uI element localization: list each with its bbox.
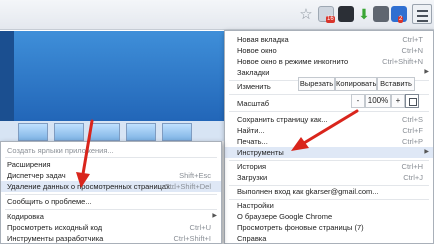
paste-button[interactable]: Вставить — [377, 77, 415, 91]
extension-icon[interactable] — [373, 6, 389, 22]
chrome-main-menu: Новая вкладка Ctrl+T Новое окно Ctrl+N Нов… — [224, 30, 434, 244]
menu-item-print[interactable]: Печать... Ctrl+P — [225, 136, 433, 147]
thumbnail[interactable] — [162, 123, 192, 141]
menu-item-background-pages[interactable]: Просмотреть фоновые страницы (7) — [225, 222, 433, 233]
bookmark-star-icon[interactable]: ☆ — [297, 6, 315, 24]
submenu-item-view-source[interactable]: Просмотреть исходный код Ctrl+U — [1, 222, 221, 233]
menu-item-history[interactable]: История Ctrl+H — [225, 161, 433, 172]
submenu-arrow-icon: ▶ — [212, 213, 217, 219]
submenu-item-encoding[interactable]: Кодировка ▶ — [1, 211, 221, 222]
menu-item-downloads[interactable]: Загрузки Ctrl+J — [225, 172, 433, 183]
extension-badge: 2 — [398, 16, 404, 23]
menu-separator — [5, 157, 217, 158]
menu-item-signed-in[interactable]: Выполнен вход как gkarser@gmail.com... — [225, 186, 433, 197]
thumbnail[interactable] — [18, 123, 48, 141]
submenu-item-clear-data[interactable]: Удаление данных о просмотренных страница… — [1, 181, 221, 192]
menu-item-find[interactable]: Найти... Ctrl+F — [225, 125, 433, 136]
menu-separator — [5, 194, 217, 195]
menu-item-tools[interactable]: Инструменты ▶ — [225, 147, 433, 158]
menu-item-settings[interactable]: Настройки — [225, 200, 433, 211]
tools-submenu: Создать ярлыки приложения... Расширения … — [0, 141, 222, 244]
submenu-item-task-manager[interactable]: Диспетчер задач Shift+Esc — [1, 170, 221, 181]
thumbnail[interactable] — [126, 123, 156, 141]
menu-item-incognito[interactable]: Новое окно в режиме инкогнито Ctrl+Shift+… — [225, 56, 433, 67]
zoom-in-button[interactable]: + — [391, 94, 405, 108]
fullscreen-icon[interactable] — [405, 94, 419, 108]
thumbnail[interactable] — [90, 123, 120, 141]
menu-item-about[interactable]: О браузере Google Chrome — [225, 211, 433, 222]
submenu-item-create-shortcuts[interactable]: Создать ярлыки приложения... — [1, 145, 221, 156]
menu-item-help[interactable]: Справка — [225, 233, 433, 244]
submenu-item-extensions[interactable]: Расширения — [1, 159, 221, 170]
chrome-menu-button[interactable] — [412, 4, 432, 24]
cut-button[interactable]: Вырезать — [298, 77, 335, 91]
page-banner — [0, 31, 230, 121]
submenu-item-dev-tools[interactable]: Инструменты разработчика Ctrl+Shift+I — [1, 233, 221, 244]
menu-item-new-window[interactable]: Новое окно Ctrl+N — [225, 45, 433, 56]
menu-item-save-page[interactable]: Сохранить страницу как... Ctrl+S — [225, 114, 433, 125]
menu-separator — [5, 209, 217, 210]
extension-icon[interactable] — [338, 6, 354, 22]
zoom-value: 100% — [365, 94, 391, 108]
submenu-item-report-issue[interactable]: Сообщить о проблеме... — [1, 196, 221, 207]
submenu-arrow-icon: ▶ — [424, 69, 429, 75]
menu-separator — [229, 111, 429, 112]
submenu-arrow-icon: ▶ — [424, 149, 429, 155]
download-arrow-icon[interactable]: ⬇ — [356, 6, 372, 22]
extension-badge: 16 — [326, 16, 335, 23]
menu-item-new-tab[interactable]: Новая вкладка Ctrl+T — [225, 34, 433, 45]
zoom-out-button[interactable]: - — [351, 94, 365, 108]
thumbnail[interactable] — [54, 123, 84, 141]
copy-button[interactable]: Копировать — [335, 77, 377, 91]
